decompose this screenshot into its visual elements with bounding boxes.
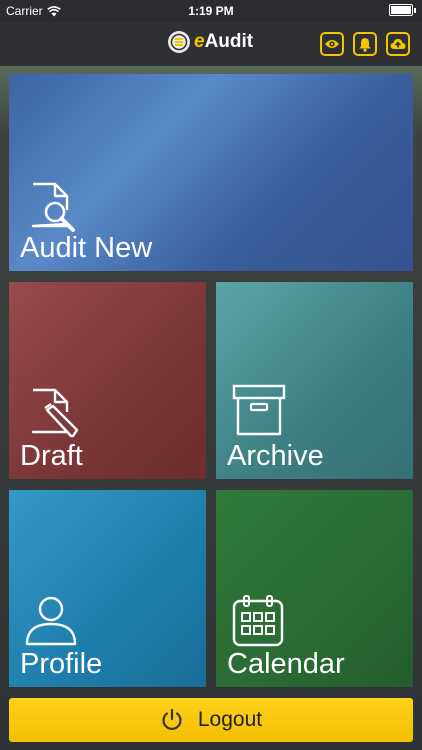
app-title: eAudit	[194, 31, 253, 53]
nav-icons	[320, 32, 410, 56]
draft-label: Draft	[20, 440, 83, 472]
cloud-upload-icon	[390, 39, 406, 49]
profile-tile[interactable]: Profile	[9, 490, 206, 687]
document-search-icon	[31, 182, 75, 232]
dashboard: Audit New Draft Archive Profile Calendar…	[0, 66, 422, 750]
navbar: eAudit	[0, 22, 422, 66]
status-right	[389, 4, 416, 16]
calendar-icon	[232, 595, 284, 647]
notifications-button[interactable]	[353, 32, 377, 56]
archive-box-icon	[232, 384, 286, 436]
archive-label: Archive	[227, 440, 324, 472]
battery-icon	[389, 4, 413, 16]
bell-icon	[359, 37, 371, 52]
logo-icon	[168, 31, 190, 53]
battery-tip	[414, 7, 416, 13]
document-pencil-icon	[31, 388, 79, 438]
audit-new-label: Audit New	[20, 232, 153, 264]
app-title-prefix: e	[194, 31, 205, 52]
app-title-rest: Audit	[204, 31, 254, 52]
audit-new-tile[interactable]: Audit New	[9, 74, 413, 271]
logout-button[interactable]: Logout	[9, 698, 413, 742]
eye-icon	[325, 40, 339, 48]
app-logo: eAudit	[168, 31, 253, 53]
calendar-tile[interactable]: Calendar	[216, 490, 413, 687]
upload-button[interactable]	[386, 32, 410, 56]
status-time: 1:19 PM	[188, 4, 234, 18]
user-icon	[25, 596, 77, 646]
logout-label: Logout	[197, 708, 263, 731]
calendar-label: Calendar	[227, 648, 345, 680]
profile-label: Profile	[20, 648, 103, 680]
draft-tile[interactable]: Draft	[9, 282, 206, 479]
view-button[interactable]	[320, 32, 344, 56]
archive-tile[interactable]: Archive	[216, 282, 413, 479]
power-icon	[162, 708, 182, 730]
status-bar: Carrier 1:19 PM	[0, 0, 422, 22]
